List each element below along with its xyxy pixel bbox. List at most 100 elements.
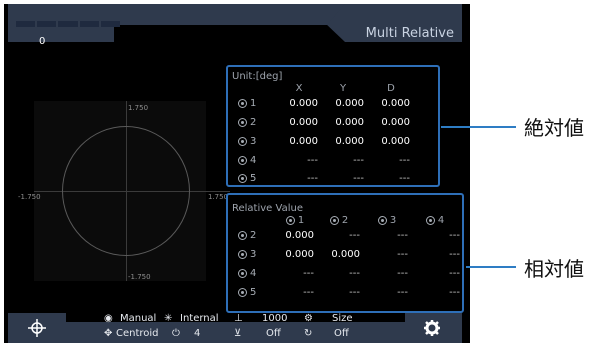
value-y: --- <box>353 173 364 184</box>
mode-status: Manual <box>120 313 157 324</box>
graph-label-top: 1.750 <box>128 104 149 112</box>
size-status: Size <box>332 313 353 324</box>
graph-label-left: -1.750 <box>18 193 41 201</box>
light-icon: ✳ <box>164 313 173 324</box>
level-segment <box>16 21 36 27</box>
relative-value: --- <box>397 287 408 298</box>
value-d: --- <box>399 155 410 166</box>
target-eye-icon <box>374 216 390 225</box>
table-row[interactable]: 3 0.000 0.000 0.000 <box>228 136 438 150</box>
level-segment <box>100 21 121 27</box>
value-x: 0.000 <box>289 136 318 147</box>
value-x: 0.000 <box>289 117 318 128</box>
mode-title: Multi Relative <box>365 26 454 41</box>
relative-value: --- <box>349 287 360 298</box>
relative-value: 0.000 <box>285 230 314 241</box>
relative-column-header: 2 <box>320 215 354 226</box>
device-screen: 0 Multi Relative 1.750 -1.750 -1.750 1.7… <box>4 4 470 343</box>
relative-annotation-label: 相対値 <box>524 257 584 281</box>
relative-value: --- <box>449 249 460 260</box>
position-graph: 1.750 -1.750 -1.750 1.750 <box>18 101 230 281</box>
table-row[interactable]: 4 --- --- --- <box>228 155 438 169</box>
row-index: 3 <box>250 136 257 147</box>
row-index: 2 <box>250 230 257 241</box>
relative-value: --- <box>303 268 314 279</box>
column-header-x: X <box>295 83 303 94</box>
relative-value: --- <box>349 268 360 279</box>
timer-icon: ⏻ <box>172 328 180 339</box>
target-eye-icon <box>234 156 250 165</box>
value-d: --- <box>399 173 410 184</box>
table-row[interactable]: 1 0.000 0.000 0.000 <box>228 98 438 112</box>
detect-status: Centroid <box>116 328 159 339</box>
exposure-icon: ⊥ <box>234 313 243 324</box>
row-index: 3 <box>250 249 257 260</box>
value-d: 0.000 <box>381 136 410 147</box>
target-eye-icon <box>234 269 250 278</box>
absolute-annotation-label: 絶対値 <box>524 116 584 140</box>
graph-label-bottom: -1.750 <box>128 273 151 281</box>
relative-value-panel: Relative Value 1 2 3 4 2 0.000 --- --- -… <box>226 193 464 313</box>
exposure-value: 1000 <box>262 313 288 324</box>
value-x: --- <box>307 173 318 184</box>
table-row[interactable]: 3 0.000 0.000 --- --- <box>228 249 462 263</box>
row-index: 2 <box>250 117 257 128</box>
row-index: 4 <box>250 155 257 166</box>
relative-value: --- <box>449 287 460 298</box>
timer-value: 4 <box>194 328 201 339</box>
gear-icon <box>424 320 440 336</box>
centroid-icon: ✥ <box>104 328 113 339</box>
crosshair-icon <box>28 319 46 337</box>
level-segment <box>79 21 99 27</box>
relative-value: --- <box>449 268 460 279</box>
graph-circle <box>62 126 190 256</box>
relative-value: --- <box>449 230 460 241</box>
target-eye-icon <box>282 216 298 225</box>
target-eye-icon <box>234 231 250 240</box>
value-y: --- <box>353 155 364 166</box>
row-index: 4 <box>250 268 257 279</box>
absolute-annotation-line <box>441 126 516 128</box>
filter1-status: Off <box>266 328 281 339</box>
crosshair-button[interactable] <box>8 313 66 343</box>
relative-annotation-line <box>466 266 516 268</box>
target-eye-icon <box>234 99 250 108</box>
relative-value: --- <box>397 249 408 260</box>
target-eye-icon <box>234 250 250 259</box>
column-header-y: Y <box>339 83 347 94</box>
unit-label: Unit:[deg] <box>232 71 283 82</box>
level-segment-bar <box>16 21 121 27</box>
target-eye-icon <box>234 118 250 127</box>
value-x: --- <box>307 155 318 166</box>
target-eye-icon <box>234 174 250 183</box>
table-row[interactable]: 4 --- --- --- --- <box>228 268 462 282</box>
row-index: 5 <box>250 287 257 298</box>
filter2-status: Off <box>334 328 349 339</box>
target-eye-icon <box>234 288 250 297</box>
relative-value: 0.000 <box>331 249 360 260</box>
relative-column-header: 4 <box>416 215 450 226</box>
table-row[interactable]: 5 --- --- --- <box>228 173 438 187</box>
settings-button[interactable] <box>405 313 462 343</box>
target-eye-icon <box>234 137 250 146</box>
header-middle-bar <box>114 4 345 25</box>
value-d: 0.000 <box>381 117 410 128</box>
value-y: 0.000 <box>335 98 364 109</box>
relative-value: --- <box>349 230 360 241</box>
value-y: 0.000 <box>335 136 364 147</box>
table-row[interactable]: 5 --- --- --- --- <box>228 287 462 301</box>
value-d: 0.000 <box>381 98 410 109</box>
relative-value: --- <box>303 287 314 298</box>
level-segment <box>58 21 78 27</box>
manual-icon: ◉ <box>104 313 113 324</box>
relative-column-header: 3 <box>368 215 402 226</box>
relative-column-header: 1 <box>276 215 310 226</box>
size-icon: ⚙ <box>304 313 313 324</box>
counter-value: 0 <box>39 36 46 47</box>
table-row[interactable]: 2 0.000 0.000 0.000 <box>228 117 438 131</box>
target-eye-icon <box>422 216 438 225</box>
relative-panel-title: Relative Value <box>232 203 303 214</box>
relative-value: 0.000 <box>285 249 314 260</box>
rotation-icon: ↻ <box>304 328 313 339</box>
table-row[interactable]: 2 0.000 --- --- --- <box>228 230 462 244</box>
